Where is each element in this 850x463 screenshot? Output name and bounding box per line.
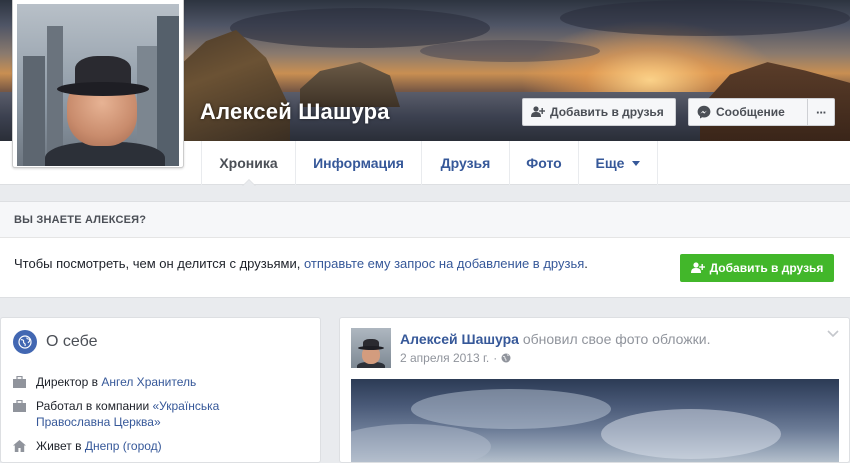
- add-friend-button[interactable]: Добавить в друзья: [522, 98, 676, 126]
- about-row-work: Работал в компании «Українська Православ…: [13, 398, 251, 430]
- post-timestamp-link[interactable]: 2 апреля 2013 г.: [400, 351, 489, 365]
- add-friend-green-label: Добавить в друзья: [709, 261, 824, 275]
- house-icon: [13, 440, 26, 452]
- message-label: Сообщение: [716, 105, 785, 119]
- globe-icon: [13, 330, 37, 354]
- globe-icon[interactable]: [501, 353, 511, 363]
- about-row-text: Директор в Ангел Хранитель: [36, 374, 296, 390]
- photo-cloud: [411, 389, 611, 429]
- chevron-down-icon: [632, 160, 641, 166]
- about-card: О себе Директор в Ангел Хранитель Работа…: [0, 317, 321, 463]
- message-button[interactable]: Сообщение: [688, 98, 808, 126]
- post-author-avatar[interactable]: [351, 328, 391, 368]
- about-title: О себе: [46, 333, 98, 350]
- about-row-text: Работал в компании «Українська Православ…: [36, 398, 251, 430]
- employer-link[interactable]: Ангел Хранитель: [101, 375, 196, 389]
- more-options-button[interactable]: ···: [807, 98, 835, 126]
- about-row-work: Директор в Ангел Хранитель: [13, 374, 296, 390]
- avatar: [17, 4, 179, 166]
- know-panel-heading: ВЫ ЗНАЕТЕ АЛЕКСЕЯ?: [0, 202, 850, 238]
- add-friend-icon: [690, 262, 705, 273]
- cover-cloud: [560, 0, 850, 36]
- about-row-prefix: Живет в: [36, 439, 82, 453]
- briefcase-icon: [13, 376, 26, 388]
- about-row-text: Живет в Днепр (город): [36, 438, 296, 454]
- tab-label: Информация: [313, 155, 404, 171]
- bg-building: [157, 16, 179, 166]
- know-panel-body: Чтобы посмотреть, чем он делится с друзь…: [0, 238, 850, 298]
- know-panel-text: Чтобы посмотреть, чем он делится с друзь…: [14, 256, 588, 271]
- profile-picture[interactable]: [12, 0, 184, 168]
- avatar-hat-brim: [358, 346, 384, 350]
- timeline-post: Алексей Шашура обновил свое фото обложки…: [339, 317, 850, 463]
- more-dots-icon: ···: [816, 104, 827, 120]
- know-panel-period: .: [584, 256, 588, 271]
- about-row-prefix: Директор в: [36, 375, 98, 389]
- tab-label: Еще: [595, 155, 625, 171]
- add-friend-icon: [531, 106, 545, 117]
- messenger-icon: [697, 105, 711, 119]
- photo-cloud: [601, 409, 781, 459]
- city-link[interactable]: Днепр (город): [85, 439, 162, 453]
- post-author-link[interactable]: Алексей Шашура: [400, 331, 519, 347]
- post-meta: 2 апреля 2013 г. ·: [400, 351, 511, 365]
- photo-cloud: [351, 424, 491, 462]
- tab-label: Друзья: [440, 155, 491, 171]
- bg-building: [23, 56, 45, 166]
- tab-label: Хроника: [219, 155, 278, 171]
- tab-more[interactable]: Еще: [579, 141, 658, 185]
- chevron-down-icon[interactable]: [827, 330, 839, 338]
- know-panel-sentence: Чтобы посмотреть, чем он делится с друзь…: [14, 256, 301, 271]
- profile-tabs: Хроника Информация Друзья Фото Еще: [201, 141, 658, 186]
- tab-photos[interactable]: Фото: [510, 141, 579, 185]
- briefcase-icon: [13, 400, 26, 412]
- dot-separator: ·: [493, 351, 498, 365]
- cover-cloud: [420, 40, 600, 62]
- post-headline: Алексей Шашура обновил свое фото обложки…: [400, 331, 711, 347]
- about-row-home: Живет в Днепр (город): [13, 438, 296, 454]
- tab-friends[interactable]: Друзья: [422, 141, 510, 185]
- profile-name[interactable]: Алексей Шашура: [200, 99, 390, 125]
- know-person-panel: ВЫ ЗНАЕТЕ АЛЕКСЕЯ? Чтобы посмотреть, чем…: [0, 201, 850, 298]
- send-request-link[interactable]: отправьте ему запрос на добавление в дру…: [304, 256, 584, 271]
- post-cover-photo[interactable]: [351, 379, 839, 462]
- add-friend-green-button[interactable]: Добавить в друзья: [680, 254, 834, 282]
- tab-label: Фото: [526, 155, 562, 171]
- post-action-text: обновил свое фото обложки.: [522, 331, 711, 347]
- add-friend-label: Добавить в друзья: [550, 105, 664, 119]
- about-row-prefix: Работал в компании: [36, 399, 150, 413]
- avatar-hat-brim: [57, 82, 149, 96]
- tab-about[interactable]: Информация: [296, 141, 422, 185]
- about-header: О себе: [13, 330, 98, 354]
- tab-timeline[interactable]: Хроника: [202, 141, 296, 186]
